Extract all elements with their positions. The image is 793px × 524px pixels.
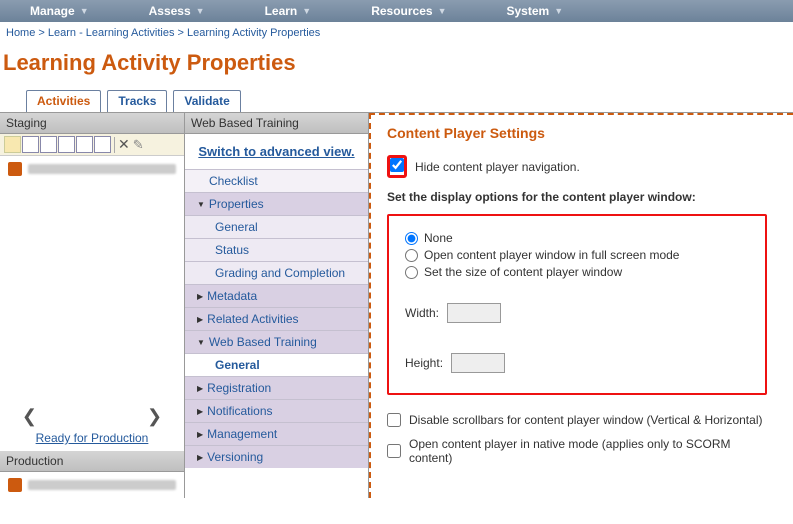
nav-checklist[interactable]: Checklist (185, 169, 368, 192)
delete-icon[interactable]: ✕ (118, 136, 130, 153)
tab-tracks[interactable]: Tracks (107, 90, 167, 112)
nav-wbt-general[interactable]: General (185, 353, 368, 376)
content-area: Content Player Settings Hide content pla… (369, 113, 793, 498)
nav-general[interactable]: General (185, 215, 368, 238)
highlight-radio-box: None Open content player window in full … (387, 214, 767, 395)
height-label: Height: (405, 356, 443, 370)
chevron-down-icon: ▼ (80, 6, 89, 16)
display-none-radio[interactable] (405, 232, 418, 245)
display-size-radio[interactable] (405, 266, 418, 279)
tab-bar: Activities Tracks Validate (0, 90, 793, 112)
tool-icon-1[interactable] (22, 136, 39, 153)
chevron-down-icon: ▼ (302, 6, 311, 16)
native-mode-checkbox[interactable] (387, 444, 401, 458)
pager: ❮ ❯ (0, 402, 184, 431)
nav-registration[interactable]: Registration (185, 376, 368, 399)
production-item[interactable] (0, 472, 184, 498)
menu-manage[interactable]: Manage▼ (0, 4, 119, 18)
switch-advanced-link[interactable]: Switch to advanced view. (198, 144, 354, 159)
separator (114, 137, 115, 153)
display-full-radio[interactable] (405, 249, 418, 262)
page-title: Learning Activity Properties (0, 44, 793, 90)
tool-icon-2[interactable] (40, 136, 57, 153)
height-input[interactable] (451, 353, 505, 373)
native-mode-label: Open content player in native mode (appl… (409, 437, 777, 465)
tool-icon-5[interactable] (94, 136, 111, 153)
tab-activities[interactable]: Activities (26, 90, 101, 112)
breadcrumb-learn[interactable]: Learn - Learning Activities (48, 27, 175, 39)
wrench-icon[interactable]: ✎ (133, 137, 144, 153)
chevron-down-icon: ▼ (438, 6, 447, 16)
nav-notifications[interactable]: Notifications (185, 399, 368, 422)
staging-header: Staging (0, 113, 184, 134)
staging-panel: Staging ✕ ✎ ❮ ❯ Ready for Production Pro… (0, 113, 185, 498)
hide-nav-label: Hide content player navigation. (415, 160, 580, 174)
display-full-label: Open content player window in full scree… (424, 248, 679, 262)
staging-toolbar: ✕ ✎ (0, 134, 184, 156)
new-icon[interactable] (4, 136, 21, 153)
disable-scrollbars-checkbox[interactable] (387, 413, 401, 427)
top-nav: Manage▼ Assess▼ Learn▼ Resources▼ System… (0, 0, 793, 22)
menu-learn[interactable]: Learn▼ (235, 4, 342, 18)
properties-nav-panel: Web Based Training Switch to advanced vi… (185, 113, 369, 498)
tool-icon-4[interactable] (76, 136, 93, 153)
width-label: Width: (405, 306, 439, 320)
display-none-label: None (424, 231, 453, 245)
activity-name-blurred (28, 164, 176, 174)
highlight-checkbox-box (387, 155, 407, 178)
width-input[interactable] (447, 303, 501, 323)
activity-icon (8, 478, 22, 492)
mid-header: Web Based Training (185, 113, 368, 134)
hide-nav-checkbox[interactable] (390, 158, 404, 172)
nav-grading[interactable]: Grading and Completion (185, 261, 368, 284)
menu-system[interactable]: System▼ (476, 4, 593, 18)
chevron-down-icon: ▼ (196, 6, 205, 16)
menu-assess[interactable]: Assess▼ (119, 4, 235, 18)
production-header: Production (0, 451, 184, 472)
nav-related[interactable]: Related Activities (185, 307, 368, 330)
tool-icon-3[interactable] (58, 136, 75, 153)
ready-for-production-link[interactable]: Ready for Production (0, 431, 184, 451)
nav-metadata[interactable]: Metadata (185, 284, 368, 307)
breadcrumb-current: Learning Activity Properties (187, 27, 320, 39)
nav-versioning[interactable]: Versioning (185, 445, 368, 468)
staging-item[interactable] (0, 156, 184, 182)
display-options-label: Set the display options for the content … (387, 190, 777, 204)
display-size-label: Set the size of content player window (424, 265, 622, 279)
activity-name-blurred (28, 480, 176, 490)
nav-management[interactable]: Management (185, 422, 368, 445)
breadcrumb: Home > Learn - Learning Activities > Lea… (0, 22, 793, 44)
breadcrumb-home[interactable]: Home (6, 27, 35, 39)
nav-properties[interactable]: Properties (185, 192, 368, 215)
nav-wbt[interactable]: Web Based Training (185, 330, 368, 353)
menu-resources[interactable]: Resources▼ (341, 4, 476, 18)
disable-scrollbars-label: Disable scrollbars for content player wi… (409, 413, 762, 427)
chevron-down-icon: ▼ (554, 6, 563, 16)
activity-icon (8, 162, 22, 176)
prev-arrow-icon[interactable]: ❮ (22, 406, 37, 427)
tab-validate[interactable]: Validate (173, 90, 240, 112)
nav-status[interactable]: Status (185, 238, 368, 261)
content-player-settings-title: Content Player Settings (387, 125, 777, 141)
next-arrow-icon[interactable]: ❯ (147, 406, 162, 427)
